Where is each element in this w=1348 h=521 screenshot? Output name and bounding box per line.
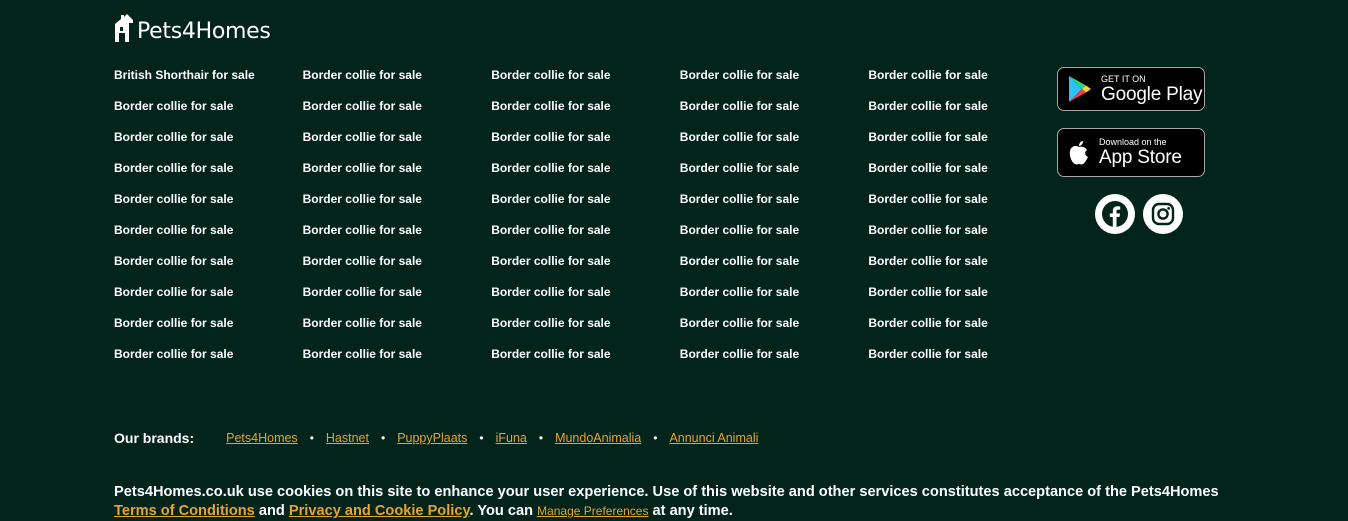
privacy-policy-link[interactable]: Privacy and Cookie Policy (289, 503, 470, 519)
breed-link[interactable]: Border collie for sale (303, 160, 492, 191)
breed-link[interactable]: Border collie for sale (303, 98, 492, 129)
breed-link[interactable]: Border collie for sale (868, 346, 1028, 377)
our-brands-bar: Our brands: Pets4Homes • Hastnet • PuppyPlaa… (114, 430, 758, 446)
instagram-button[interactable] (1143, 194, 1183, 234)
logo-text: Pets4Homes (137, 19, 271, 44)
facebook-icon (1102, 201, 1128, 227)
breed-link[interactable]: Border collie for sale (114, 253, 303, 284)
breed-link[interactable]: Border collie for sale (868, 222, 1028, 253)
breed-link[interactable]: Border collie for sale (868, 253, 1028, 284)
breed-link[interactable]: Border collie for sale (680, 129, 869, 160)
cookie-text-1: Pets4Homes.co.uk use cookies on this sit… (114, 484, 1219, 500)
breed-link[interactable]: Border collie for sale (680, 346, 869, 377)
app-store-button[interactable]: Download on the App Store (1057, 128, 1205, 177)
app-store-big-text: App Store (1099, 147, 1182, 168)
brand-separator: • (653, 431, 658, 445)
breed-link[interactable]: Border collie for sale (680, 98, 869, 129)
breed-link[interactable]: Border collie for sale (114, 191, 303, 222)
cookie-text-3: . You can (469, 503, 538, 519)
instagram-icon (1151, 202, 1175, 226)
breed-link[interactable]: Border collie for sale (491, 160, 680, 191)
brand-link[interactable]: MundoAnimalia (555, 431, 641, 445)
breed-link[interactable]: Border collie for sale (868, 160, 1028, 191)
breed-link[interactable]: British Shorthair for sale (114, 67, 303, 98)
breed-link[interactable]: Border collie for sale (680, 284, 869, 315)
brand-separator: • (538, 431, 544, 445)
breed-link[interactable]: Border collie for sale (868, 284, 1028, 315)
breed-link[interactable]: Border collie for sale (680, 315, 869, 346)
breed-link[interactable]: Border collie for sale (680, 67, 869, 98)
cookie-text-2: and (254, 503, 289, 519)
breed-link[interactable]: Border collie for sale (303, 346, 492, 377)
google-play-big-text: Google Play (1101, 83, 1203, 105)
brand-link[interactable]: PuppyPlaats (397, 431, 467, 445)
breed-link[interactable]: Border collie for sale (868, 129, 1028, 160)
brand-separator: • (479, 431, 484, 445)
cookie-notice: Pets4Homes.co.uk use cookies on this sit… (114, 483, 1234, 521)
breed-link[interactable]: Border collie for sale (491, 129, 680, 160)
breed-link[interactable]: Border collie for sale (491, 222, 680, 253)
breed-link[interactable]: Border collie for sale (303, 129, 492, 160)
terms-link[interactable]: Terms of Conditions (114, 503, 255, 519)
breed-link[interactable]: Border collie for sale (868, 67, 1028, 98)
breed-link[interactable]: Border collie for sale (868, 98, 1028, 129)
breed-link[interactable]: Border collie for sale (680, 191, 869, 222)
app-store-small-text: Download on the (1099, 137, 1167, 147)
breed-link[interactable]: Border collie for sale (491, 98, 680, 129)
breed-link[interactable]: Border collie for sale (114, 98, 303, 129)
pets4homes-logo[interactable]: Pets4Homes (113, 13, 271, 43)
apple-icon (1069, 140, 1088, 164)
house-pet-icon (115, 14, 133, 42)
breed-link[interactable]: Border collie for sale (491, 284, 680, 315)
breed-link[interactable]: Border collie for sale (303, 222, 492, 253)
cookie-text-4: at any time. (648, 503, 733, 519)
breed-link[interactable]: Border collie for sale (680, 222, 869, 253)
brands-label: Our brands: (114, 430, 195, 446)
breed-links-grid: British Shorthair for sale Border collie … (114, 67, 1028, 377)
google-play-small-text: GET IT ON (1101, 73, 1146, 84)
breed-link[interactable]: Border collie for sale (303, 191, 492, 222)
breed-link[interactable]: Border collie for sale (303, 284, 492, 315)
breed-link[interactable]: Border collie for sale (114, 160, 303, 191)
breed-link[interactable]: Border collie for sale (491, 346, 680, 377)
breed-link[interactable]: Border collie for sale (114, 346, 303, 377)
facebook-button[interactable] (1095, 194, 1135, 234)
google-play-icon (1069, 76, 1091, 102)
breed-link[interactable]: Border collie for sale (491, 67, 680, 98)
breed-link[interactable]: Border collie for sale (114, 222, 303, 253)
google-play-button[interactable]: GET IT ON Google Play (1057, 67, 1205, 111)
brand-link[interactable]: Hastnet (326, 431, 369, 445)
brand-link[interactable]: Annunci Animali (669, 431, 758, 445)
breed-link[interactable]: Border collie for sale (114, 315, 303, 346)
breed-link[interactable]: Border collie for sale (114, 129, 303, 160)
breed-link[interactable]: Border collie for sale (491, 253, 680, 284)
breed-link[interactable]: Border collie for sale (303, 67, 492, 98)
breed-link[interactable]: Border collie for sale (680, 253, 869, 284)
breed-link[interactable]: Border collie for sale (868, 315, 1028, 346)
breed-link[interactable]: Border collie for sale (303, 253, 492, 284)
brand-separator: • (309, 431, 314, 445)
manage-preferences-link[interactable]: Manage Preferences (537, 504, 648, 518)
brand-link[interactable]: iFuna (496, 431, 527, 445)
breed-link[interactable]: Border collie for sale (114, 284, 303, 315)
brand-separator: • (380, 431, 386, 445)
breed-link[interactable]: Border collie for sale (680, 160, 869, 191)
breed-link[interactable]: Border collie for sale (491, 191, 680, 222)
brand-link[interactable]: Pets4Homes (226, 431, 298, 445)
breed-link[interactable]: Border collie for sale (868, 191, 1028, 222)
breed-link[interactable]: Border collie for sale (303, 315, 492, 346)
breed-link[interactable]: Border collie for sale (491, 315, 680, 346)
